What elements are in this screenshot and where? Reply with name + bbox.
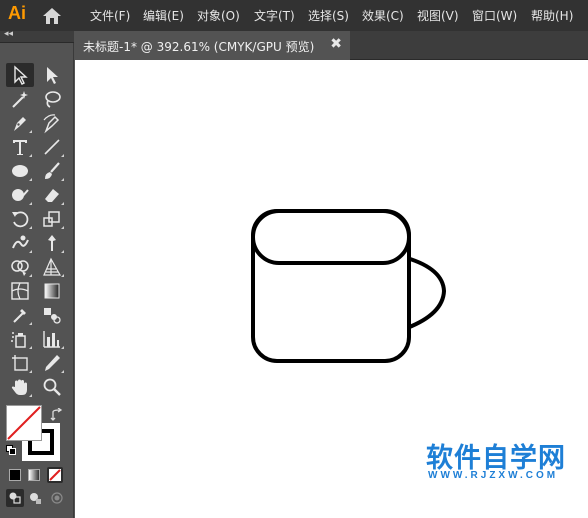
symbol-sprayer-tool-icon[interactable] — [6, 327, 34, 351]
perspective-grid-tool-icon[interactable] — [38, 255, 66, 279]
paintbrush-tool-icon[interactable] — [38, 159, 66, 183]
scale-tool-icon[interactable] — [38, 207, 66, 231]
warp-tool-icon[interactable] — [6, 231, 34, 255]
rotate-tool-icon[interactable] — [6, 207, 34, 231]
shape-builder-tool-icon[interactable] — [6, 255, 34, 279]
direct-selection-tool-icon[interactable] — [38, 63, 66, 87]
menu-view[interactable]: 视图(V) — [417, 7, 459, 24]
app-logo: Ai — [8, 3, 26, 23]
mug-rim — [251, 209, 411, 265]
menu-help[interactable]: 帮助(H) — [531, 7, 573, 24]
mug-handle — [405, 256, 447, 330]
ellipse-tool-icon[interactable] — [6, 159, 34, 183]
home-icon[interactable] — [42, 7, 62, 25]
mesh-tool-icon[interactable] — [6, 279, 34, 303]
free-transform-tool-icon[interactable] — [38, 231, 66, 255]
zoom-tool-icon[interactable] — [38, 375, 66, 399]
menu-file[interactable]: 文件(F) — [90, 7, 130, 24]
menu-window[interactable]: 窗口(W) — [472, 7, 517, 24]
default-fill-stroke-icon[interactable] — [6, 445, 16, 455]
document-tab-bar: 未标题-1* @ 392.61% (CMYK/GPU 预览) ✖ — [74, 31, 588, 60]
gradient-tool-icon[interactable] — [38, 279, 66, 303]
shaper-tool-icon[interactable] — [6, 183, 34, 207]
blend-tool-icon[interactable] — [38, 303, 66, 327]
menu-object[interactable]: 对象(O) — [197, 7, 240, 24]
tools-panel — [0, 43, 74, 518]
menu-select[interactable]: 选择(S) — [308, 7, 349, 24]
menu-edit[interactable]: 编辑(E) — [143, 7, 184, 24]
eyedropper-tool-icon[interactable] — [6, 303, 34, 327]
type-tool-icon[interactable] — [6, 135, 34, 159]
swap-fill-stroke-icon[interactable] — [50, 407, 64, 421]
none-mode-button[interactable] — [47, 467, 63, 483]
document-tab[interactable]: 未标题-1* @ 392.61% (CMYK/GPU 预览) ✖ — [74, 31, 350, 60]
close-tab-icon[interactable]: ✖ — [330, 36, 342, 52]
watermark-url: WWW.RJZXW.COM — [428, 470, 559, 481]
hand-tool-icon[interactable] — [6, 375, 34, 399]
menu-effect[interactable]: 效果(C) — [362, 7, 404, 24]
draw-normal-icon[interactable] — [6, 489, 24, 507]
draw-inside-icon[interactable] — [48, 489, 66, 507]
collapse-panel-button[interactable]: ◂◂ — [4, 29, 13, 39]
draw-behind-icon[interactable] — [27, 489, 45, 507]
toolbar-header: ◂◂ — [0, 29, 74, 43]
selection-tool-icon[interactable] — [6, 63, 34, 87]
pen-tool-icon[interactable] — [6, 111, 34, 135]
eraser-tool-icon[interactable] — [38, 183, 66, 207]
artboard-tool-icon[interactable] — [6, 351, 34, 375]
menu-bar: Ai 文件(F) 编辑(E) 对象(O) 文字(T) 选择(S) 效果(C) 视… — [0, 0, 588, 31]
slice-tool-icon[interactable] — [38, 351, 66, 375]
color-mode-button[interactable] — [9, 469, 21, 481]
gradient-mode-button[interactable] — [28, 469, 40, 481]
curvature-tool-icon[interactable] — [38, 111, 66, 135]
menu-type[interactable]: 文字(T) — [254, 7, 295, 24]
column-graph-tool-icon[interactable] — [38, 327, 66, 351]
document-tab-title: 未标题-1* @ 392.61% (CMYK/GPU 预览) — [83, 40, 315, 54]
fill-swatch[interactable] — [6, 405, 42, 441]
magic-wand-tool-icon[interactable] — [6, 87, 34, 111]
lasso-tool-icon[interactable] — [38, 87, 66, 111]
line-segment-tool-icon[interactable] — [38, 135, 66, 159]
